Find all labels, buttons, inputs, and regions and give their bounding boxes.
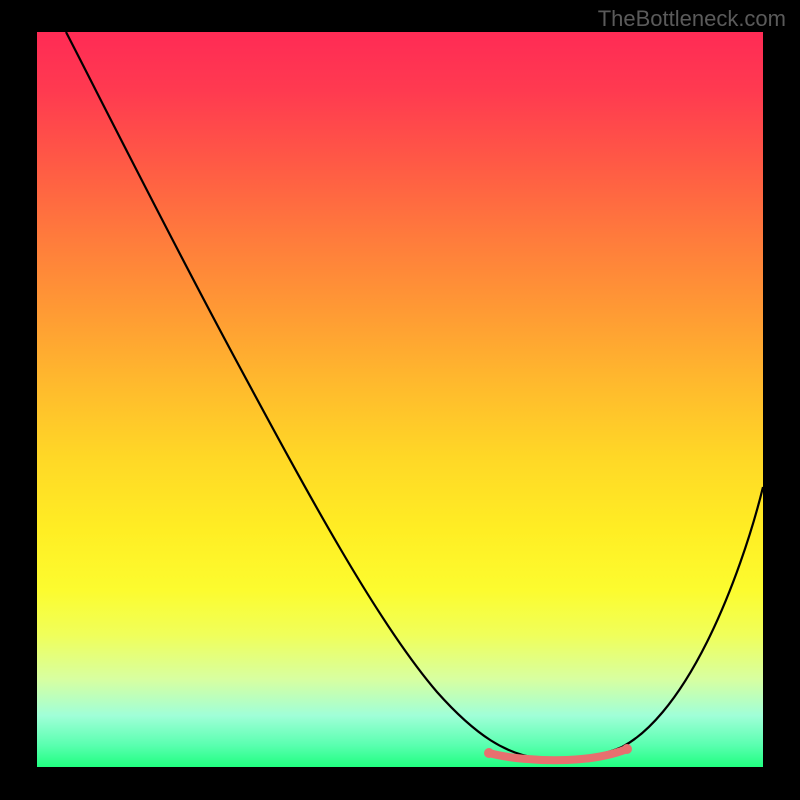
chart-svg bbox=[37, 32, 763, 767]
optimal-range-start-dot bbox=[484, 748, 494, 758]
watermark-label: TheBottleneck.com bbox=[598, 6, 786, 32]
optimal-range-end-dot bbox=[622, 744, 632, 754]
bottleneck-curve-line bbox=[66, 32, 763, 759]
chart-plot-area bbox=[37, 32, 763, 767]
